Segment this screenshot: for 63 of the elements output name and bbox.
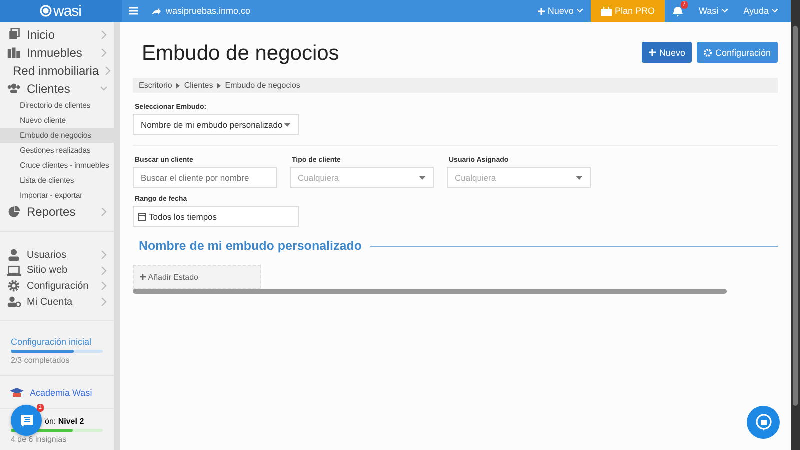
people-icon [7, 82, 21, 96]
plus-icon [538, 8, 545, 14]
academy-link[interactable]: Academia Wasi [30, 388, 92, 398]
chevron-right-icon [176, 82, 180, 88]
breadcrumb-link[interactable]: Escritorio [139, 81, 172, 90]
chat-icon [20, 414, 34, 428]
sidebar-item[interactable]: Clientes [0, 80, 114, 98]
level-title: ón: Nivel 2 [45, 416, 86, 426]
plus-icon [649, 49, 656, 56]
progress-caption: 4 de 6 insignias [11, 434, 68, 444]
graduation-cap-icon [10, 388, 24, 398]
chevron-down-icon [772, 9, 778, 13]
date-range-field[interactable]: Todos los tiempos [133, 206, 299, 227]
settings-icon [7, 279, 21, 294]
progress-caption: 2/3 completados [11, 356, 71, 365]
gear-icon [704, 48, 712, 56]
sidebar-item[interactable]: Reportes [0, 202, 114, 221]
chevron-icon [101, 84, 107, 93]
buildings-icon [7, 46, 21, 60]
chat-bubble-icon [754, 414, 772, 432]
chevron-right-icon [217, 82, 222, 88]
menu-icon[interactable] [128, 7, 138, 15]
page-title: Embudo de negocios [142, 42, 340, 66]
new-menu[interactable]: Nuevo [530, 0, 591, 22]
sidebar-item[interactable]: Usuarios [0, 247, 114, 263]
copy-icon [7, 28, 21, 42]
sidebar-item[interactable]: Configuración [0, 278, 114, 294]
chevron-icon [101, 48, 107, 57]
calendar-icon [138, 212, 146, 220]
breadcrumb-link[interactable]: Clientes [184, 81, 214, 90]
chevron-icon [101, 208, 107, 216]
site-link[interactable]: wasipruebas.inmo.co [166, 6, 251, 16]
breadcrumb-link[interactable]: Embudo de negocios [225, 81, 300, 90]
funnel-select[interactable]: Nombre de mi embudo personalizado [133, 114, 299, 135]
plus-icon [140, 274, 146, 280]
funnel-title: Nombre de mi embudo personalizado [139, 239, 362, 253]
caret-icon [284, 122, 291, 126]
chevron-down-icon [722, 9, 728, 13]
help-chat-button[interactable] [747, 406, 780, 439]
chevron-icon [105, 66, 112, 75]
sidebar-item[interactable]: Inicio [0, 26, 114, 44]
help-menu[interactable]: Ayuda [736, 0, 786, 22]
user-icon [7, 248, 21, 262]
new-button[interactable]: Nuevo [642, 42, 692, 63]
share-arrow-icon [152, 8, 161, 14]
pie-chart-icon [7, 204, 21, 219]
sidebar-item[interactable]: Red inmobiliaria [0, 62, 114, 80]
user-menu[interactable]: Wasi [690, 0, 736, 22]
sidebar-item[interactable]: Mi Cuenta [0, 294, 114, 310]
sidebar-item[interactable]: Sitio web [0, 262, 114, 279]
user-gear-icon [7, 295, 21, 310]
search-field[interactable]: Buscar el cliente por nombre [133, 167, 277, 188]
caret-icon [419, 176, 426, 180]
bell-icon[interactable] [672, 6, 683, 16]
chevron-down-icon [576, 9, 583, 13]
settings-button[interactable]: Configuración [697, 42, 778, 63]
horizontal-scrollbar[interactable] [133, 289, 727, 294]
caret-icon [576, 176, 583, 180]
chevron-icon [101, 30, 107, 39]
briefcase-icon [600, 6, 612, 16]
laptop-icon [7, 264, 21, 278]
sidebar-item[interactable]: Inmuebles [0, 44, 114, 62]
add-state-button[interactable]: Añadir Estado [133, 265, 261, 289]
